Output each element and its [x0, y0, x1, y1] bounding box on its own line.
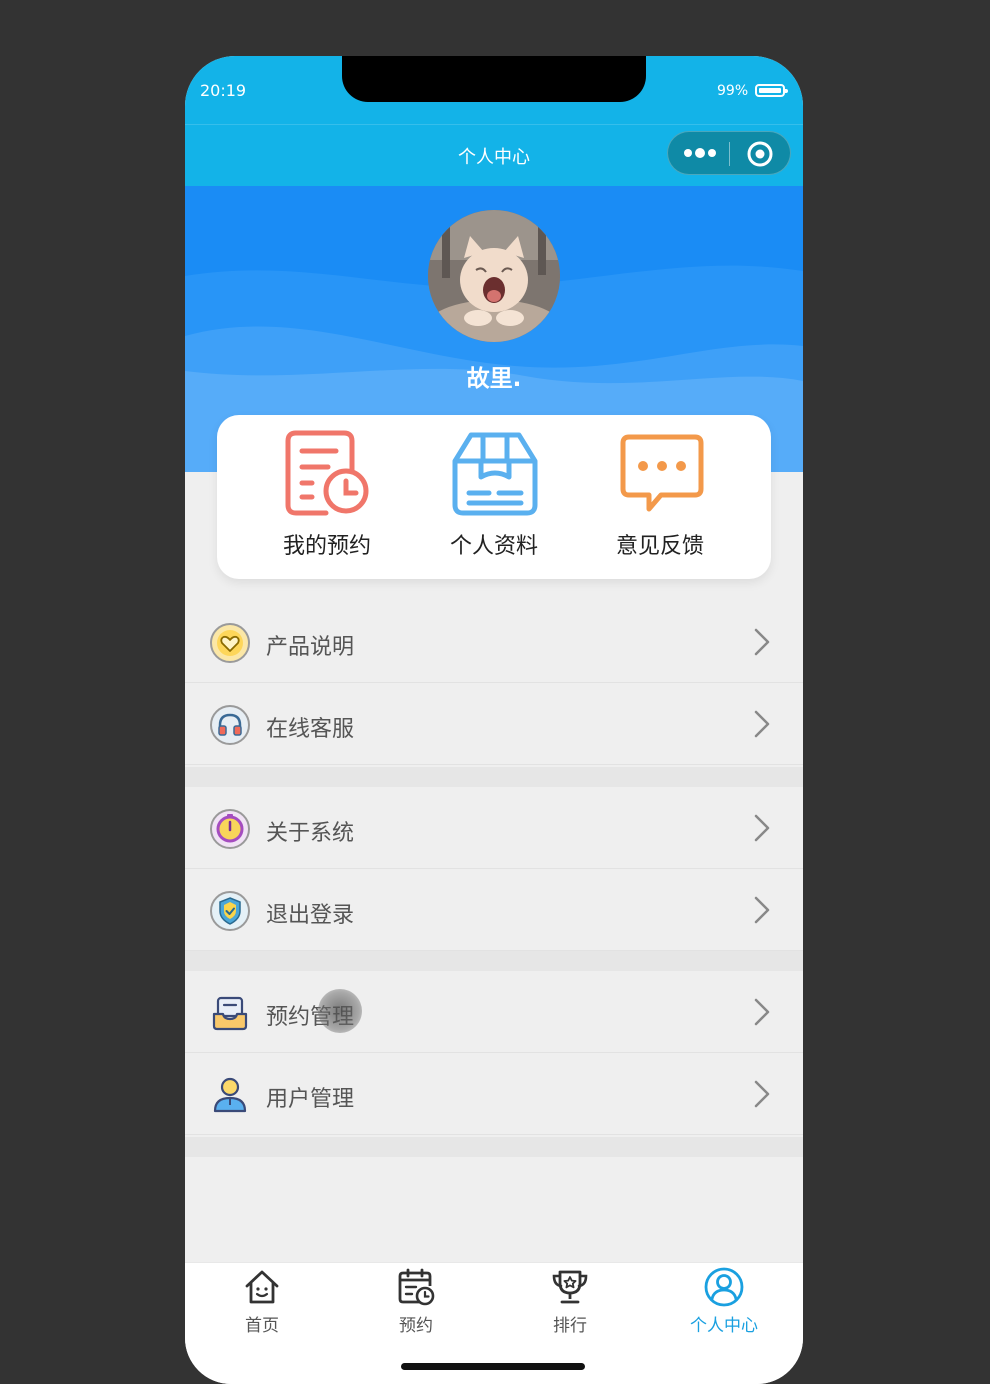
- section-divider: [185, 767, 803, 787]
- shield-check-icon: [210, 891, 250, 931]
- tab-label: 个人中心: [690, 1316, 758, 1336]
- quick-my-appointments[interactable]: 我的预约: [252, 415, 402, 579]
- home-indicator[interactable]: [401, 1363, 585, 1370]
- menu-item-user-management[interactable]: 用户管理: [185, 1053, 803, 1135]
- menu-label: 用户管理: [266, 1087, 355, 1112]
- menu-group-1: 产品说明 在线客服: [185, 601, 803, 767]
- status-time: 20:19: [200, 81, 247, 100]
- box-profile-icon: [452, 432, 538, 516]
- notch: [342, 56, 646, 102]
- status-bar: 20:19 99%: [185, 56, 803, 124]
- tab-bar: 首页 预约 排行 个人中心: [185, 1262, 803, 1384]
- tab-label: 排行: [553, 1316, 587, 1336]
- quick-feedback[interactable]: 意见反馈: [585, 415, 735, 579]
- headphones-icon: [210, 705, 250, 745]
- timer-badge-icon: [210, 809, 250, 849]
- quick-actions-card: 我的预约 个人资料 意见反馈: [217, 415, 771, 579]
- chevron-right-icon: [754, 998, 770, 1026]
- avatar-cat-image: [428, 210, 560, 342]
- user-circle-icon: [704, 1267, 744, 1307]
- section-divider: [185, 951, 803, 971]
- battery-icon: [755, 84, 788, 97]
- home-icon: [245, 1270, 279, 1304]
- tab-label: 首页: [245, 1316, 279, 1336]
- tab-appointment[interactable]: 预约: [339, 1263, 493, 1343]
- tab-home[interactable]: 首页: [185, 1263, 339, 1343]
- chevron-right-icon: [754, 814, 770, 842]
- battery-percent: 99%: [717, 83, 749, 99]
- heart-badge-icon: [210, 623, 250, 663]
- menu-item-logout[interactable]: 退出登录: [185, 869, 803, 951]
- menu-group-3: 预约管理 用户管理: [185, 971, 803, 1137]
- inbox-tray-icon: [212, 996, 248, 1031]
- more-dots-icon[interactable]: [682, 145, 718, 161]
- menu-item-customer-service[interactable]: 在线客服: [185, 683, 803, 765]
- section-divider: [185, 1137, 803, 1157]
- calendar-clock-icon: [398, 1268, 435, 1306]
- tab-personal-center[interactable]: 个人中心: [647, 1263, 801, 1343]
- nav-bar: 个人中心: [185, 124, 803, 186]
- chevron-right-icon: [754, 896, 770, 924]
- tab-ranking[interactable]: 排行: [493, 1263, 647, 1343]
- avatar[interactable]: [428, 210, 560, 342]
- quick-label: 我的预约: [282, 534, 371, 559]
- trophy-icon: [552, 1270, 588, 1304]
- menu-group-2: 关于系统 退出登录: [185, 787, 803, 951]
- quick-label: 个人资料: [449, 534, 538, 559]
- menu-item-appointment-management[interactable]: 预约管理: [185, 971, 803, 1053]
- mini-program-capsule: [667, 131, 791, 175]
- menu-label: 在线客服: [266, 717, 355, 742]
- username: 故里.: [466, 366, 522, 392]
- capsule-separator: [729, 142, 730, 166]
- chevron-right-icon: [754, 710, 770, 738]
- phone-screen: 20:19 99% 个人中心 故里. 我的预约 个人资料 意见反馈 产品说明 在…: [185, 56, 803, 1384]
- chat-bubble-icon: [620, 434, 704, 512]
- menu-item-about-system[interactable]: 关于系统: [185, 787, 803, 869]
- tab-label: 预约: [399, 1316, 433, 1336]
- quick-label: 意见反馈: [615, 534, 704, 559]
- appointment-doc-clock-icon: [285, 430, 369, 516]
- quick-profile-info[interactable]: 个人资料: [419, 415, 569, 579]
- touch-indicator: [318, 989, 362, 1033]
- menu-item-product-info[interactable]: 产品说明: [185, 601, 803, 683]
- target-circle-icon[interactable]: [746, 140, 774, 168]
- menu-label: 退出登录: [266, 903, 355, 928]
- menu-label: 产品说明: [266, 635, 355, 660]
- user-icon: [213, 1077, 247, 1113]
- chevron-right-icon: [754, 628, 770, 656]
- chevron-right-icon: [754, 1080, 770, 1108]
- menu-label: 关于系统: [266, 821, 355, 846]
